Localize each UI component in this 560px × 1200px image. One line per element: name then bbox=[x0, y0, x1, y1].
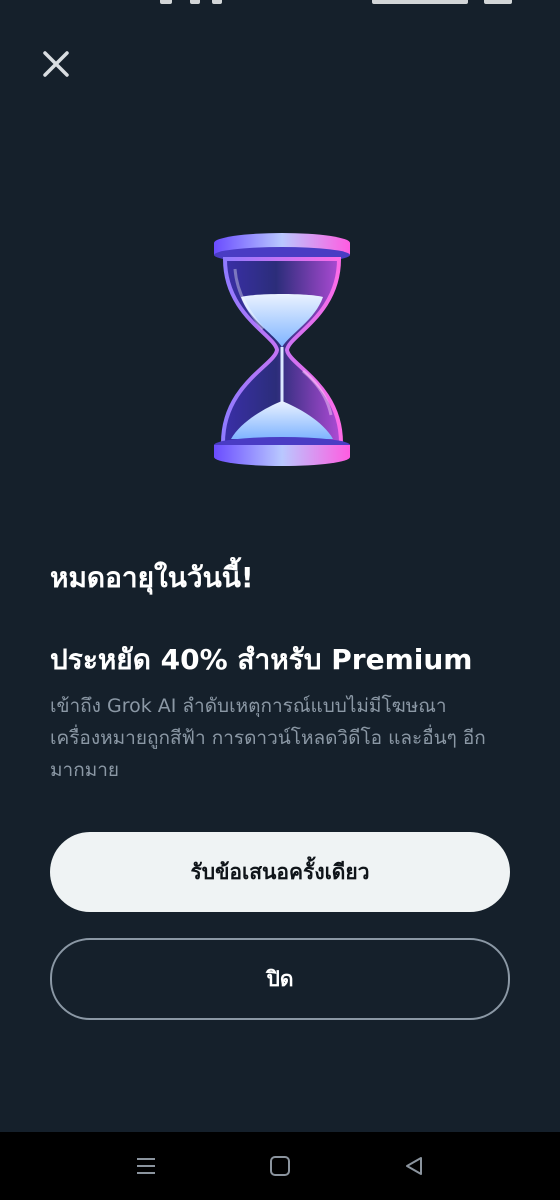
hourglass-icon bbox=[214, 233, 350, 466]
dismiss-button[interactable]: ปิด bbox=[50, 938, 510, 1020]
status-fragment bbox=[372, 0, 468, 4]
dismiss-label: ปิด bbox=[266, 966, 294, 991]
description: เข้าถึง Grok AI ลำดับเหตุการณ์แบบไม่มีโฆ… bbox=[50, 695, 486, 781]
close-button[interactable] bbox=[30, 38, 82, 90]
claim-offer-label: รับข้อเสนอครั้งเดียว bbox=[190, 859, 370, 884]
headline: หมดอายุในวันนี้! bbox=[50, 561, 254, 594]
navigation-bar bbox=[0, 1132, 560, 1200]
back-icon bbox=[406, 1157, 422, 1175]
recent-apps-button[interactable] bbox=[124, 1144, 168, 1188]
menu-icon bbox=[137, 1158, 155, 1174]
claim-offer-button[interactable]: รับข้อเสนอครั้งเดียว bbox=[50, 832, 510, 912]
status-fragment bbox=[212, 0, 222, 4]
offer-title: ประหยัด 40% สำหรับ Premium bbox=[50, 643, 473, 676]
home-icon bbox=[270, 1156, 290, 1176]
home-button[interactable] bbox=[258, 1144, 302, 1188]
hourglass-illustration bbox=[205, 225, 360, 475]
status-fragment bbox=[190, 0, 200, 4]
status-fragment bbox=[160, 0, 172, 4]
status-bar bbox=[0, 0, 560, 14]
close-icon bbox=[43, 51, 69, 77]
back-button[interactable] bbox=[392, 1144, 436, 1188]
status-fragment bbox=[484, 0, 512, 4]
